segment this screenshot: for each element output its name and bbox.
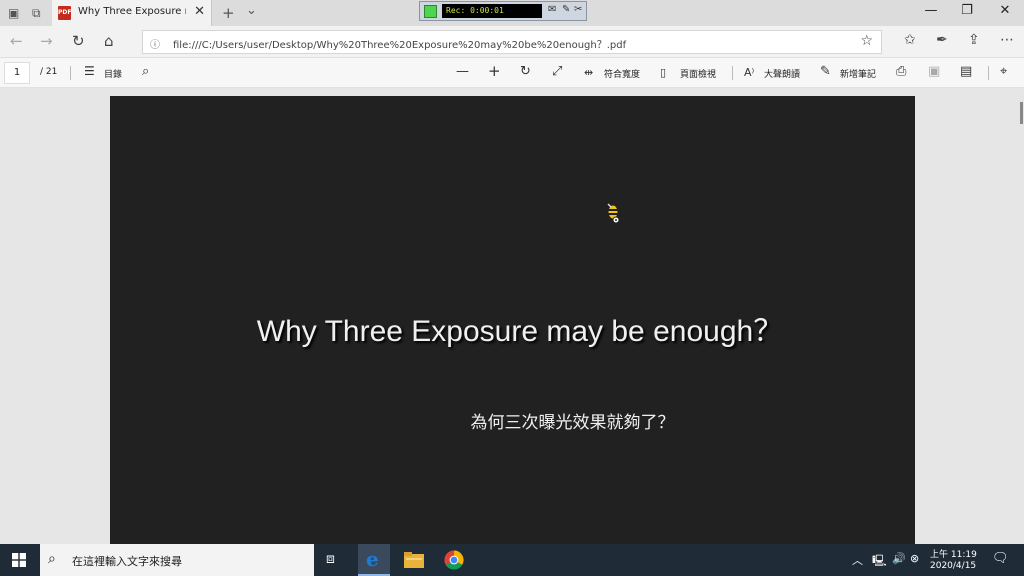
- set-aside-tabs-icon[interactable]: ⧉: [32, 6, 41, 21]
- fullscreen-icon[interactable]: ⤢: [552, 64, 562, 79]
- minimize-button[interactable]: —: [916, 3, 946, 18]
- pdf-toolbar: 1 / 21 ☰ 目錄 ⌕ — + ↻ ⤢ ⇹ 符合寬度 ▯ 頁面檢視 A⁾ 大…: [0, 58, 1024, 88]
- url-field[interactable]: ⓘ file:///C:/Users/user/Desktop/Why%20Th…: [142, 30, 882, 54]
- chrome-browser-icon[interactable]: [444, 550, 464, 570]
- page-view-button[interactable]: 頁面檢視: [680, 67, 716, 80]
- vertical-scrollbar[interactable]: [1017, 100, 1024, 544]
- page-number-input[interactable]: 1: [4, 62, 30, 84]
- pdf-file-icon: PDF: [58, 6, 71, 20]
- show-hidden-icons-chevron-up-icon[interactable]: ︿: [852, 552, 863, 568]
- contents-button[interactable]: 目錄: [104, 67, 122, 80]
- document-title: Why Three Exposure may be enough？: [256, 315, 784, 348]
- screen-recorder-widget: Rec: 0:00:01 ✉ ✎ ✂: [419, 1, 587, 21]
- recorder-time: Rec: 0:00:01: [442, 4, 542, 18]
- recorder-note-icon[interactable]: ✉: [548, 4, 556, 15]
- document-subtitle: 為何三次曝光效果就夠了？: [470, 413, 675, 433]
- toolbar-divider: [988, 66, 989, 80]
- tab-title: Why Three Exposure ma: [78, 6, 186, 17]
- notification-center-icon[interactable]: 🗨: [992, 551, 1009, 566]
- tab-list-button[interactable]: ⌄: [246, 3, 257, 18]
- taskbar-time[interactable]: 上午 11:19: [930, 547, 977, 560]
- rotate-icon[interactable]: ↻: [520, 64, 531, 79]
- task-view-icon[interactable]: ⧈: [326, 551, 335, 567]
- maximize-button[interactable]: ❐: [952, 3, 982, 18]
- tab-bar: ▣ ⧉ PDF Why Three Exposure ma ✕ + ⌄ Rec:…: [0, 0, 1024, 26]
- notes-pen-icon[interactable]: ✒: [936, 32, 948, 48]
- pdf-page: Why Three Exposure may be enough？ 為何三次曝光…: [110, 96, 915, 544]
- windows-taskbar: ⌕ 在這裡輸入文字來搜尋 ⧈ e ︿ 🖳 🔊 ⊗ 上午 11:19 2020/4…: [0, 544, 1024, 576]
- bee-cursor-icon: [607, 203, 620, 224]
- page-view-icon[interactable]: ▯: [660, 66, 666, 79]
- pdf-viewer-area[interactable]: Why Three Exposure may be enough？ 為何三次曝光…: [0, 88, 1024, 544]
- site-info-icon[interactable]: ⓘ: [150, 36, 160, 51]
- toolbar-divider: [70, 66, 71, 80]
- refresh-icon[interactable]: ↻: [72, 32, 85, 50]
- taskbar-date[interactable]: 2020/4/15: [930, 561, 976, 571]
- back-arrow-icon[interactable]: ←: [10, 32, 23, 50]
- favorites-icon[interactable]: ✩: [904, 32, 916, 48]
- home-icon[interactable]: ⌂: [104, 32, 114, 50]
- close-window-button[interactable]: ✕: [990, 3, 1020, 18]
- share-icon[interactable]: ⇪: [968, 32, 980, 48]
- windows-start-icon[interactable]: [12, 553, 26, 567]
- search-icon[interactable]: ⌕: [142, 64, 149, 79]
- url-text: file:///C:/Users/user/Desktop/Why%20Thre…: [173, 40, 627, 51]
- scrollbar-thumb[interactable]: [1020, 102, 1023, 124]
- volume-icon[interactable]: 🔊: [892, 552, 906, 565]
- contents-list-icon[interactable]: ☰: [84, 64, 95, 78]
- add-notes-pen-icon[interactable]: ✎: [820, 64, 831, 79]
- file-explorer-icon[interactable]: [404, 552, 424, 568]
- search-icon: ⌕: [48, 551, 56, 567]
- favorite-star-icon[interactable]: ☆: [860, 33, 873, 49]
- save-icon[interactable]: ▣: [928, 64, 940, 79]
- zoom-out-icon[interactable]: —: [456, 64, 469, 79]
- add-notes-button[interactable]: 新增筆記: [840, 67, 876, 80]
- address-bar-row: ← → ↻ ⌂ ⓘ file:///C:/Users/user/Desktop/…: [0, 26, 1024, 58]
- status-error-icon[interactable]: ⊗: [910, 552, 919, 565]
- forward-arrow-icon[interactable]: →: [40, 32, 53, 50]
- fit-width-icon[interactable]: ⇹: [584, 66, 593, 79]
- recorder-draw-icon[interactable]: ✎: [562, 4, 570, 15]
- more-menu-icon[interactable]: ⋯: [1000, 32, 1014, 48]
- taskbar-edge-button[interactable]: e: [358, 544, 390, 576]
- pin-toolbar-icon[interactable]: ⌖: [1000, 64, 1007, 79]
- tab-preview-icon[interactable]: ▣: [8, 6, 19, 20]
- taskbar-search-box[interactable]: ⌕ 在這裡輸入文字來搜尋: [40, 544, 314, 576]
- record-indicator[interactable]: [424, 5, 437, 18]
- tab-close-button[interactable]: ✕: [194, 4, 205, 19]
- tab-pdf[interactable]: PDF Why Three Exposure ma ✕: [52, 0, 212, 26]
- network-icon[interactable]: 🖳: [872, 552, 887, 571]
- read-aloud-button[interactable]: 大聲朗讀: [764, 67, 800, 80]
- read-aloud-icon[interactable]: A⁾: [744, 66, 754, 79]
- search-placeholder: 在這裡輸入文字來搜尋: [72, 555, 182, 568]
- toolbar-divider: [732, 66, 733, 80]
- save-as-icon[interactable]: ▤: [960, 64, 972, 79]
- new-tab-button[interactable]: +: [222, 4, 235, 22]
- zoom-in-icon[interactable]: +: [488, 62, 501, 80]
- recorder-cut-icon[interactable]: ✂: [574, 4, 582, 15]
- print-icon[interactable]: ⎙: [896, 64, 906, 79]
- edge-browser-icon: e: [366, 547, 379, 571]
- fit-width-button[interactable]: 符合寬度: [604, 67, 640, 80]
- total-pages: / 21: [40, 67, 58, 77]
